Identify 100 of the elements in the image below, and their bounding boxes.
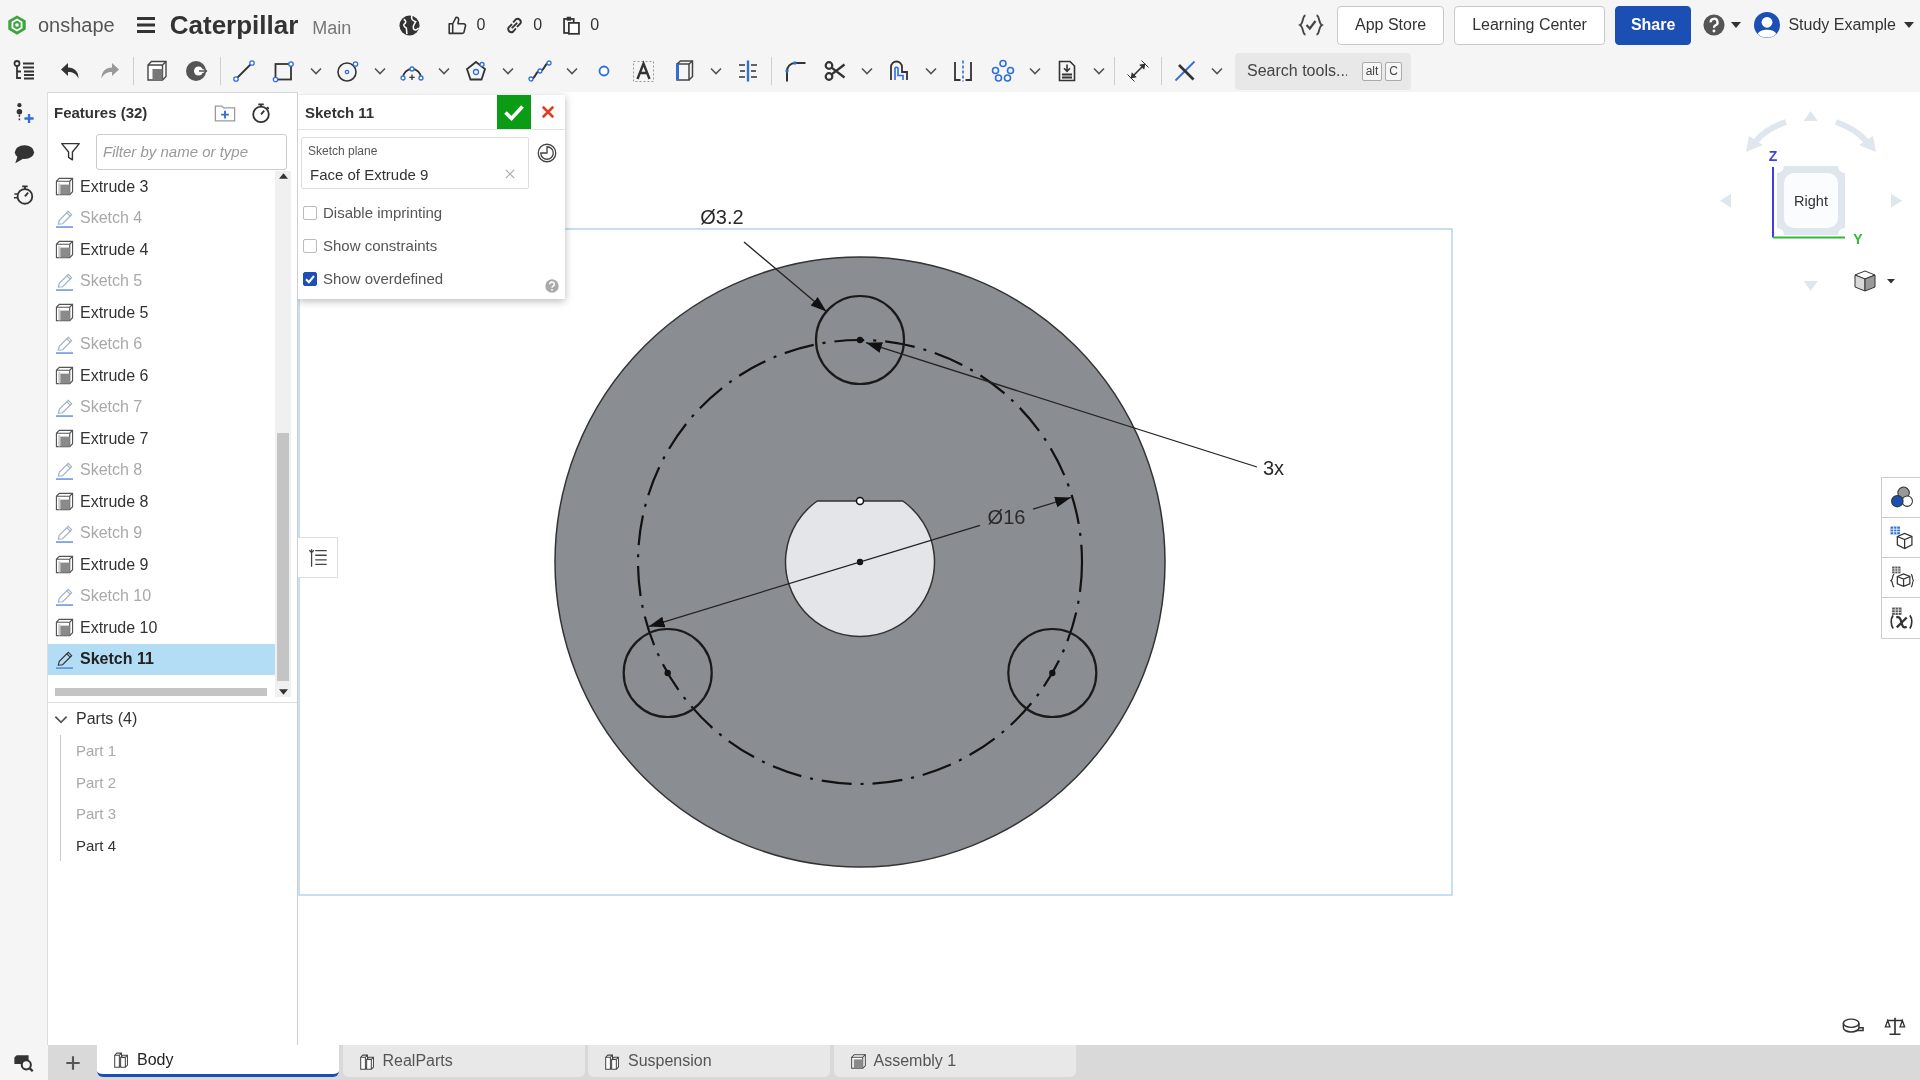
chevron-down-icon[interactable] (710, 67, 722, 75)
view-cube[interactable]: Right (1777, 166, 1845, 235)
like-counter[interactable]: 0 (447, 14, 486, 36)
caret-icon[interactable] (1887, 279, 1895, 284)
link-counter[interactable]: 0 (504, 14, 543, 36)
rectangle-icon[interactable] (272, 59, 296, 83)
mirrored-brackets-icon[interactable] (951, 59, 975, 83)
crossed-lines-icon[interactable] (1173, 59, 1197, 83)
chevron-down-icon[interactable] (438, 67, 450, 75)
panel-toggle-button[interactable] (298, 537, 338, 578)
feature-item[interactable]: Extrude 4 (48, 234, 275, 266)
pencil-icon (55, 397, 74, 417)
user-menu-button[interactable]: Study Example (1754, 12, 1914, 38)
line-icon[interactable] (232, 59, 256, 83)
thumbs-up-icon (447, 14, 469, 36)
cube-icon[interactable] (145, 59, 169, 83)
axis-lines-icon (1772, 166, 1846, 239)
chevron-down-icon[interactable] (566, 67, 578, 75)
feature-item[interactable]: Sketch 11 (48, 643, 275, 675)
double-arrow-icon[interactable] (1126, 59, 1150, 83)
circle-icon[interactable] (336, 59, 360, 83)
clock-icon[interactable] (537, 143, 557, 163)
sketch-plane-field[interactable]: Sketch plane Face of Extrude 9 (301, 137, 529, 189)
list-icon (306, 546, 329, 569)
primary-button[interactable]: Share (1614, 5, 1692, 45)
cube-icon (55, 618, 74, 638)
circles-pattern-icon[interactable] (991, 59, 1015, 83)
cube-icon (55, 240, 74, 260)
menu-icon[interactable] (135, 16, 156, 34)
feature-item[interactable]: Extrude 7 (48, 423, 275, 455)
clipboard-icon (561, 14, 583, 36)
feature-item[interactable]: Extrude 3 (48, 171, 275, 203)
parts-header[interactable]: Parts (4) (48, 703, 297, 735)
checkbox-label: Disable imprinting (323, 204, 443, 221)
chevron-down-icon[interactable] (310, 67, 322, 75)
copy-counter[interactable]: 0 (561, 14, 600, 36)
table-braces-icon[interactable] (1888, 565, 1914, 590)
table-function-icon[interactable] (1888, 605, 1914, 631)
cube-icon (55, 303, 74, 323)
chevron-down-icon[interactable] (1029, 67, 1041, 75)
feature-item[interactable]: Extrude 9 (48, 549, 275, 581)
nested-outline-icon[interactable] (887, 59, 911, 83)
tab[interactable]: Suspension (588, 1045, 830, 1077)
globe-icon[interactable] (398, 13, 422, 37)
scroll-up-arrow-icon[interactable] (278, 173, 288, 179)
scissors-icon[interactable] (823, 59, 847, 83)
help-button[interactable] (1701, 14, 1744, 36)
rounded-corner-icon[interactable] (783, 59, 807, 83)
overlapping-circles-icon[interactable] (1888, 485, 1914, 510)
stopwatch-icon[interactable] (12, 184, 35, 206)
comment-icon[interactable] (12, 143, 35, 165)
branch-name[interactable]: Main (312, 17, 352, 39)
cube-icon (55, 429, 74, 449)
boxes-icon (358, 1052, 376, 1070)
pencil-icon (55, 523, 74, 543)
tab[interactable]: Body (97, 1045, 339, 1077)
pentagon-icon[interactable] (464, 59, 488, 83)
feature-item[interactable]: Extrude 8 (48, 486, 275, 518)
axis-label: Y (1853, 231, 1863, 247)
pencil-icon (55, 586, 74, 606)
dimension-label: Ø3.2 (700, 206, 744, 228)
cancel-button[interactable] (531, 95, 565, 129)
chevron-down-icon[interactable] (1211, 67, 1223, 75)
scrollbar-thumb[interactable] (55, 688, 267, 696)
feature-item[interactable]: Extrude 10 (48, 612, 275, 644)
part-item[interactable]: Part 4 (76, 829, 297, 861)
caret-icon (1731, 22, 1742, 28)
center-line-icon[interactable] (736, 59, 760, 83)
feature-item[interactable]: Extrude 5 (48, 297, 275, 329)
header-button[interactable]: Learning Center (1454, 5, 1605, 45)
accept-button[interactable] (497, 95, 531, 129)
tab[interactable]: RealParts (342, 1045, 585, 1077)
header-button[interactable]: App Store (1337, 5, 1445, 45)
text-tool-icon[interactable] (632, 59, 656, 83)
filter-field[interactable]: Filter by name or type (96, 133, 287, 170)
stopwatch-icon[interactable] (250, 101, 272, 124)
checkbox[interactable] (303, 238, 317, 253)
cube-icon[interactable] (1854, 270, 1876, 292)
checkbox[interactable] (303, 271, 317, 286)
cube-icon (55, 177, 74, 197)
cube-icon (55, 366, 74, 386)
balance-icon[interactable] (1884, 1015, 1906, 1037)
table-cube-icon[interactable] (1888, 525, 1914, 550)
checkbox[interactable] (303, 205, 317, 220)
logo-text: onshape (38, 13, 115, 37)
chevron-down-icon[interactable] (1093, 67, 1105, 75)
pencil-icon (55, 271, 74, 291)
filter-icon[interactable] (60, 141, 81, 162)
chevron-down-icon[interactable] (374, 67, 386, 75)
braces-check-icon[interactable] (1298, 13, 1324, 37)
scrollbar-thumb[interactable] (277, 433, 289, 681)
tab[interactable]: Assembly 1 (833, 1045, 1076, 1077)
spline-icon[interactable] (528, 59, 552, 83)
checkbox-label: Show overdefined (323, 270, 444, 287)
feature-item[interactable]: Extrude 6 (48, 360, 275, 392)
avatar-icon (1754, 12, 1781, 38)
chevron-down-icon[interactable] (861, 67, 873, 75)
scroll-down-arrow-icon[interactable] (278, 689, 288, 695)
chevron-down-icon[interactable] (502, 67, 514, 75)
chevron-down-icon[interactable] (925, 67, 937, 75)
